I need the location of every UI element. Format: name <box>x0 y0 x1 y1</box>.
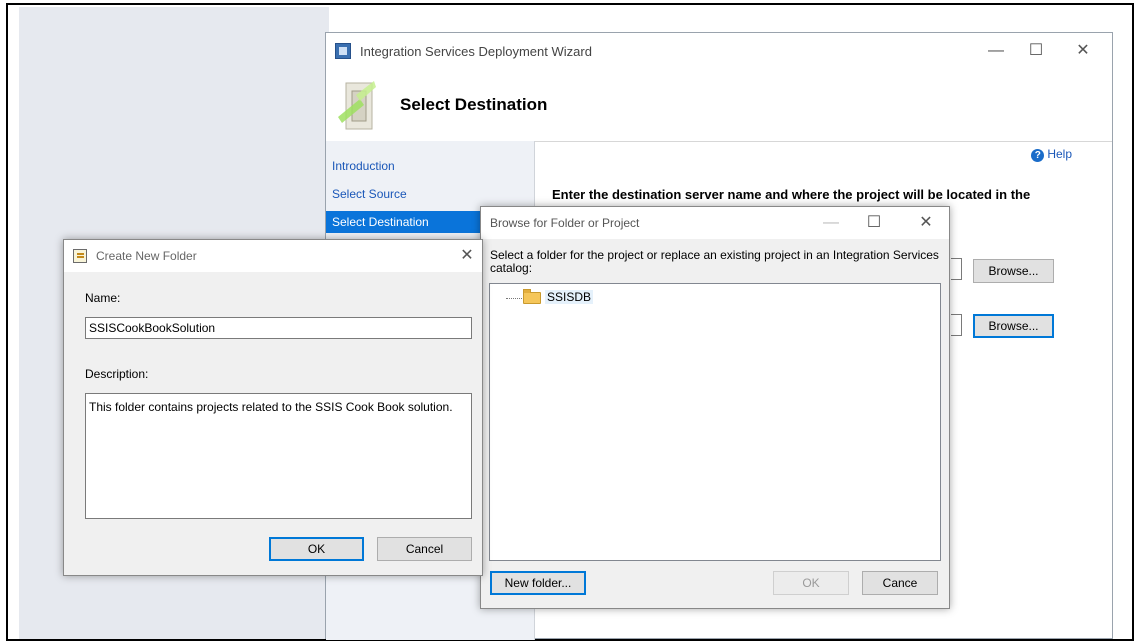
close-icon[interactable]: ✕ <box>452 242 482 270</box>
help-label: Help <box>1047 147 1072 161</box>
folder-tree[interactable]: SSISDB <box>489 283 941 561</box>
name-field[interactable]: SSISCookBookSolution <box>85 317 472 339</box>
description-field[interactable]: This folder contains projects related to… <box>85 393 472 519</box>
tree-item-ssisdb[interactable]: SSISDB <box>545 290 594 304</box>
minimize-icon: — <box>823 214 839 231</box>
create-folder-title: Create New Folder <box>96 249 197 263</box>
minimize-icon[interactable]: — <box>976 37 1016 65</box>
browse-dialog-title: Browse for Folder or Project <box>490 216 640 230</box>
server-name-field[interactable] <box>951 258 962 280</box>
create-new-folder-dialog: Create New Folder ✕ Name: SSISCookBookSo… <box>63 239 483 576</box>
close-icon[interactable]: ✕ <box>1063 37 1103 65</box>
name-label: Name: <box>85 291 121 305</box>
create-folder-title-bar: Create New Folder ✕ <box>64 240 482 272</box>
browse-server-button[interactable]: Browse... <box>973 259 1054 283</box>
close-icon[interactable]: ✕ <box>906 209 946 237</box>
tree-connector <box>506 298 522 299</box>
maximize-icon[interactable]: ☐ <box>1016 37 1056 65</box>
browse-dialog-title-bar: Browse for Folder or Project — ☐ ✕ <box>481 207 949 239</box>
app-icon <box>335 43 351 59</box>
folder-edit-icon <box>73 249 87 263</box>
browse-ok-button[interactable]: OK <box>773 571 849 595</box>
help-link[interactable]: ? Help <box>1031 147 1072 162</box>
wizard-title-bar: Integration Services Deployment Wizard —… <box>326 33 1112 69</box>
maximize-icon[interactable]: ☐ <box>854 209 894 237</box>
new-folder-button[interactable]: New folder... <box>490 571 586 595</box>
wizard-header: Select Destination <box>326 69 1112 142</box>
description-label: Description: <box>85 367 149 381</box>
browse-dialog-description: Select a folder for the project or repla… <box>490 248 939 275</box>
wizard-title: Integration Services Deployment Wizard <box>360 44 592 59</box>
folder-icon <box>523 289 541 304</box>
browse-folder-dialog: Browse for Folder or Project — ☐ ✕ Selec… <box>480 206 950 609</box>
create-cancel-button[interactable]: Cancel <box>377 537 472 561</box>
nav-item-select-source[interactable]: Select Source <box>326 183 534 205</box>
create-ok-button[interactable]: OK <box>269 537 364 561</box>
instruction-text: Enter the destination server name and wh… <box>552 187 1031 202</box>
path-field[interactable] <box>951 314 962 336</box>
wizard-graphic-icon <box>338 81 376 130</box>
browse-cancel-button[interactable]: Cance <box>862 571 938 595</box>
browse-path-button[interactable]: Browse... <box>973 314 1054 338</box>
nav-item-introduction[interactable]: Introduction <box>326 155 534 177</box>
page-title: Select Destination <box>400 95 548 114</box>
help-icon: ? <box>1031 149 1045 162</box>
